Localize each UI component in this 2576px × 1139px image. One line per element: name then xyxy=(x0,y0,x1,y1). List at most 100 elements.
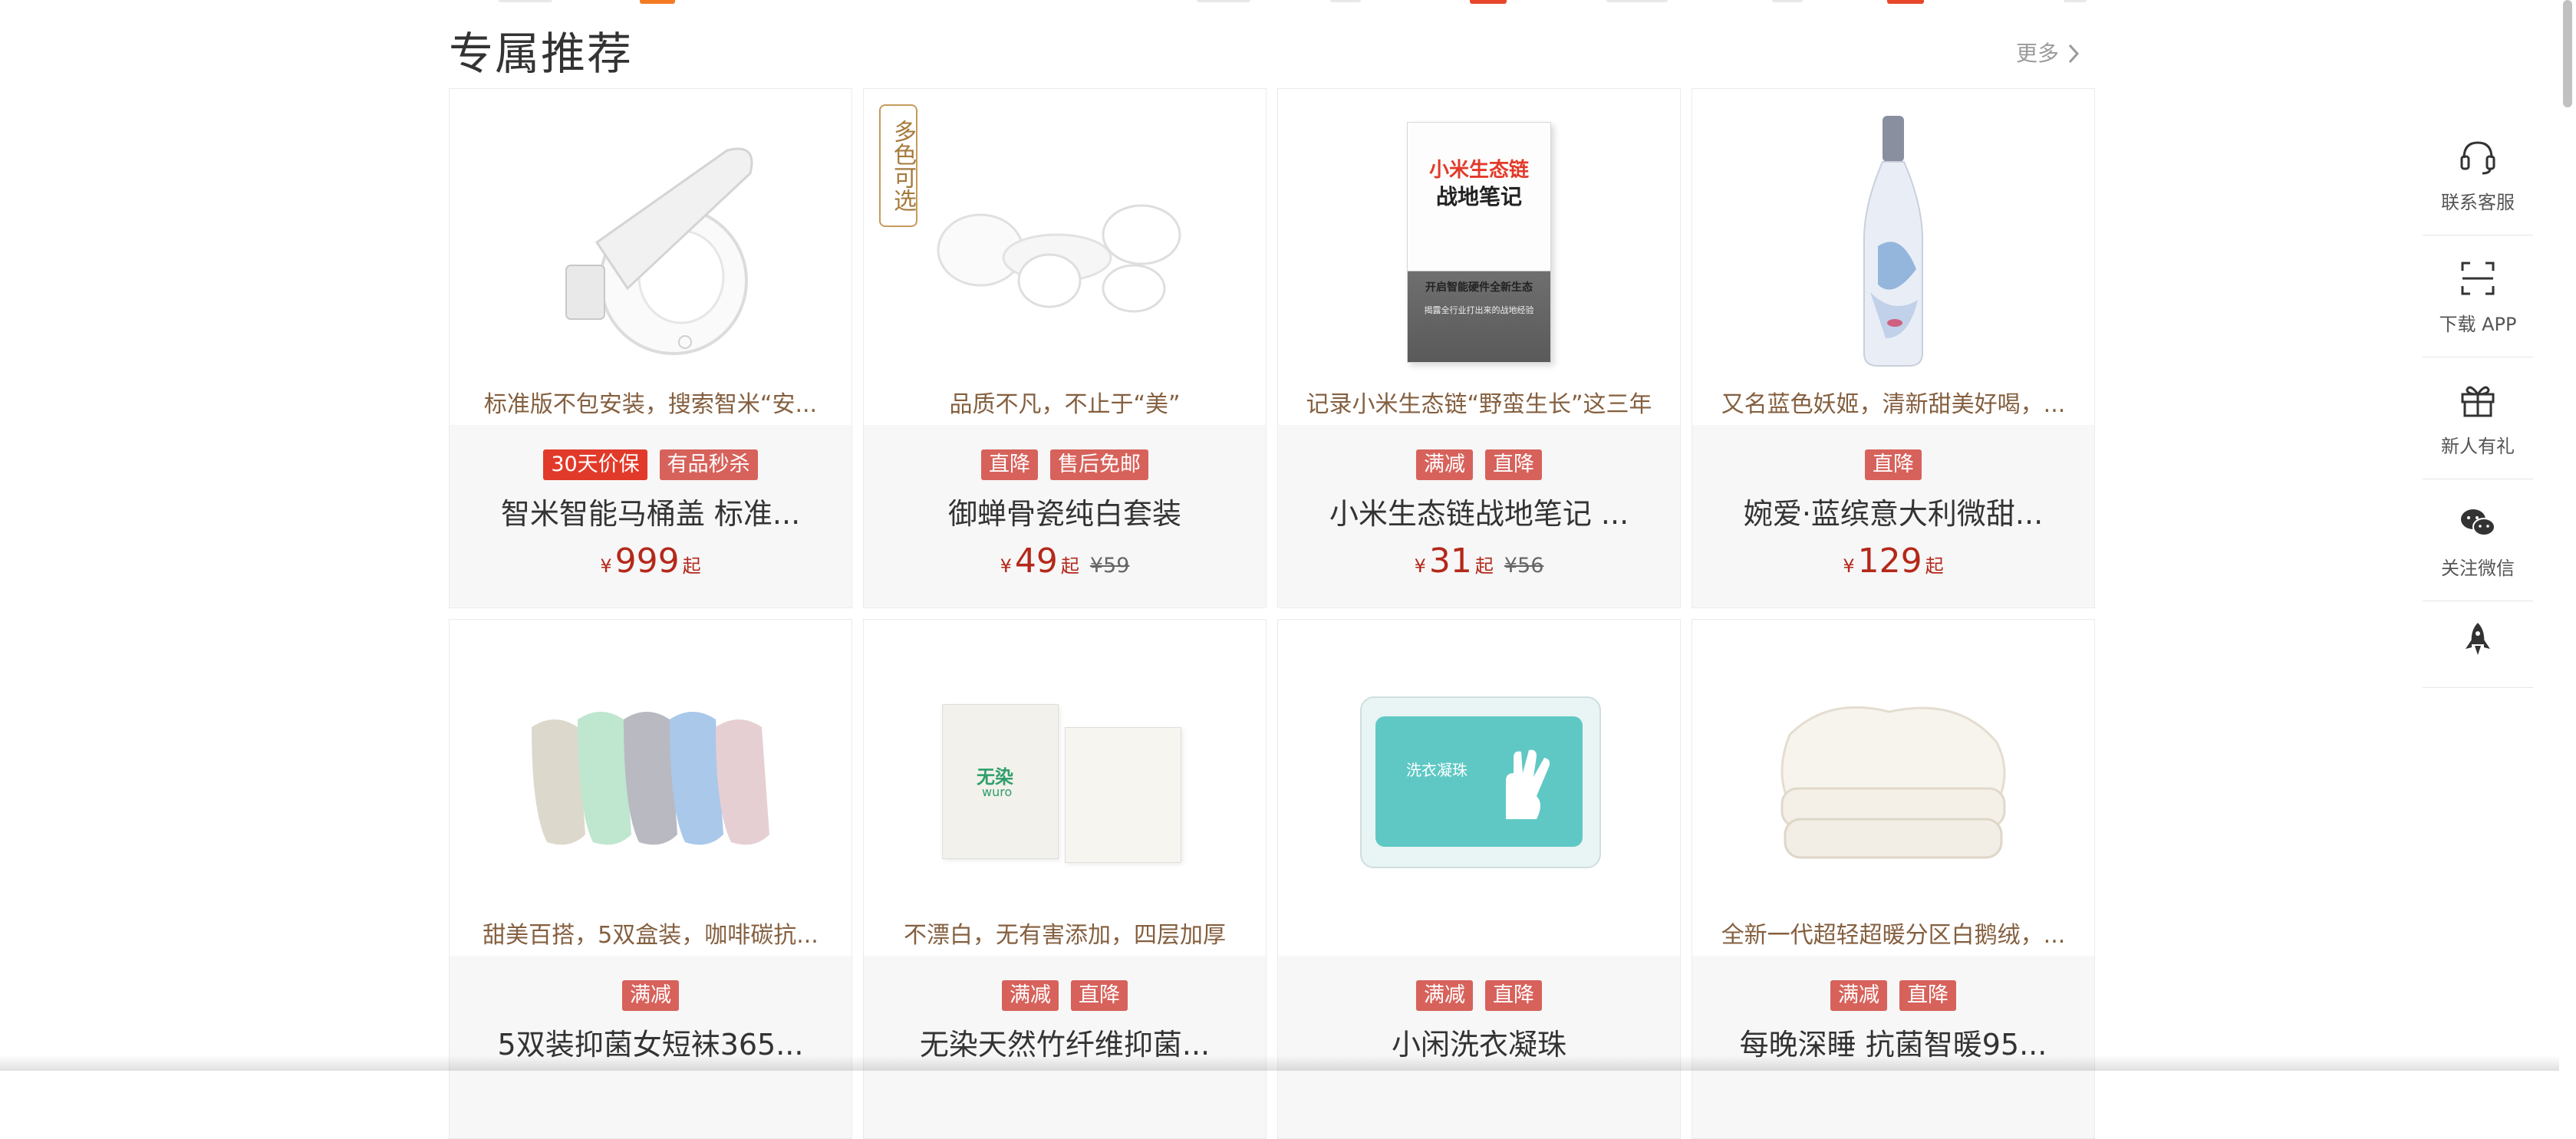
product-card[interactable]: 标准版不包安装，搜索智米“安... 30天价保 有品秒杀 智米智能马桶盖 标准.… xyxy=(449,88,852,608)
product-desc xyxy=(1278,916,1680,956)
tag-row: 满减 直降 xyxy=(1692,980,2094,1011)
scan-icon xyxy=(2461,262,2495,295)
product-price: ¥ 129 起 xyxy=(1692,542,2094,581)
badge-text: 多色可选 xyxy=(889,120,916,212)
product-info: 满减 5双装抑菌女短袜365... xyxy=(450,956,852,1138)
product-name: 小米生态链战地笔记 ... xyxy=(1329,497,1629,531)
side-toolbar: 联系客服 下载 APP 新人有礼 关注微信 xyxy=(2423,114,2533,688)
product-info: 直降 婉爱·蓝缤意大利微甜... ¥ 129 起 xyxy=(1692,425,2094,607)
product-image xyxy=(1692,89,2094,411)
brand-en: wuro xyxy=(982,785,1013,799)
book-title-1: 小米生态链 xyxy=(1428,159,1529,182)
product-tag: 直降 xyxy=(1865,449,1922,480)
product-name: 御蝉骨瓷纯白套装 xyxy=(947,497,1181,531)
wine-bottle-icon xyxy=(1863,116,1924,367)
product-tag: 直降 xyxy=(1485,449,1542,480)
product-info: 30天价保 有品秒杀 智米智能马桶盖 标准... ¥ 999 起 xyxy=(450,425,852,607)
product-info: 直降 售后免邮 御蝉骨瓷纯白套装 ¥ 49 起 ¥59 xyxy=(864,425,1266,607)
toolbar-label: 联系客服 xyxy=(2441,191,2515,213)
price-value: 129 xyxy=(1857,542,1922,581)
tag-row: 满减 直降 xyxy=(864,980,1266,1011)
product-desc: 记录小米生态链“野蛮生长”这三年 xyxy=(1278,385,1680,425)
toilet-seat-icon xyxy=(565,147,753,355)
product-image: 无染 wuro xyxy=(864,620,1266,942)
toolbar-new-user-gift[interactable]: 新人有礼 xyxy=(2423,357,2533,479)
price-symbol: ¥ xyxy=(1000,555,1012,577)
previous-row-remnant xyxy=(0,0,2576,6)
original-price: ¥56 xyxy=(1504,554,1544,578)
product-info: 满减 直降 小米生态链战地笔记 ... ¥ 31 起 ¥56 xyxy=(1278,425,1680,607)
tag-row: 满减 直降 xyxy=(1278,449,1680,480)
product-desc: 又名蓝色妖姬，清新甜美好喝，... xyxy=(1692,385,2094,425)
tag-row: 满减 直降 xyxy=(1278,980,1680,1011)
product-tag: 直降 xyxy=(1071,980,1128,1011)
multi-color-badge: 多色可选 xyxy=(879,104,917,227)
product-desc: 品质不凡，不止于“美” xyxy=(864,385,1266,425)
gift-icon xyxy=(2461,386,2495,416)
book-subtitle: 开启智能硬件全新生态 xyxy=(1425,281,1533,294)
product-price: ¥ 31 起 ¥56 xyxy=(1278,542,1680,581)
product-image xyxy=(864,89,1266,411)
product-image xyxy=(450,620,852,942)
duvet-icon xyxy=(1780,706,2006,859)
page-scrollbar[interactable] xyxy=(2559,0,2576,1071)
product-card[interactable]: 小米生态链 战地笔记 开启智能硬件全新生态 揭露全行业打出来的战地经验 记录小米… xyxy=(1277,88,1681,608)
product-tag: 满减 xyxy=(1830,980,1887,1011)
price-suffix: 起 xyxy=(1925,555,1944,577)
laundry-pods-box: 洗衣凝珠 xyxy=(1360,696,1601,868)
product-price: ¥ 999 起 xyxy=(450,542,852,581)
product-card[interactable]: 多色可选 品质不凡，不止于“美” 直降 售后免邮 御蝉骨瓷纯白套装 ¥ 49 起… xyxy=(863,88,1267,608)
rocket-icon xyxy=(2466,623,2490,655)
book-subtitle-2: 揭露全行业打出来的战地经验 xyxy=(1424,305,1534,315)
price-suffix: 起 xyxy=(1474,555,1494,577)
porcelain-set-icon xyxy=(937,204,1181,313)
product-name: 婉爱·蓝缤意大利微甜... xyxy=(1743,497,2044,531)
product-image: 小米生态链 战地笔记 开启智能硬件全新生态 揭露全行业打出来的战地经验 xyxy=(1278,89,1680,411)
product-name: 智米智能马桶盖 标准... xyxy=(500,497,801,531)
product-tag: 满减 xyxy=(622,980,679,1011)
section-title: 专属推荐 xyxy=(449,28,634,80)
product-tag: 满减 xyxy=(1002,980,1059,1011)
price-suffix: 起 xyxy=(682,555,701,577)
product-tag: 满减 xyxy=(1416,980,1473,1011)
toolbar-download-app[interactable]: 下载 APP xyxy=(2423,235,2533,357)
book-cover: 小米生态链 战地笔记 开启智能硬件全新生态 揭露全行业打出来的战地经验 xyxy=(1407,122,1551,363)
more-link[interactable]: 更多 xyxy=(2016,40,2082,67)
hand-ok-icon xyxy=(1506,749,1550,819)
tag-row: 满减 xyxy=(450,980,852,1011)
product-tag: 有品秒杀 xyxy=(659,449,758,480)
more-label: 更多 xyxy=(2016,41,2060,66)
scrollbar-thumb[interactable] xyxy=(2563,0,2572,107)
product-tag: 直降 xyxy=(1899,980,1956,1011)
product-tag: 直降 xyxy=(981,449,1038,480)
product-tag: 直降 xyxy=(1485,980,1542,1011)
product-tag: 满减 xyxy=(1416,449,1473,480)
toolbar-customer-service[interactable]: 联系客服 xyxy=(2423,114,2533,235)
tissue-pack: 无染 wuro xyxy=(942,696,1188,865)
toolbar-wechat[interactable]: 关注微信 xyxy=(2423,479,2533,601)
tag-row: 直降 xyxy=(1692,449,2094,480)
headset-icon xyxy=(2460,140,2495,174)
tag-row: 30天价保 有品秒杀 xyxy=(450,449,852,480)
toolbar-label: 新人有礼 xyxy=(2441,435,2515,457)
product-image: 洗衣凝珠 xyxy=(1278,620,1680,942)
toolbar-back-to-top[interactable] xyxy=(2423,601,2533,688)
product-desc: 不漂白，无有害添加，四层加厚 xyxy=(864,916,1266,956)
original-price: ¥59 xyxy=(1089,554,1130,578)
tag-row: 直降 售后免邮 xyxy=(864,449,1266,480)
toolbar-label: 下载 APP xyxy=(2439,313,2517,335)
price-value: 49 xyxy=(1014,542,1058,581)
product-desc: 标准版不包安装，搜索智米“安... xyxy=(450,385,852,425)
socks-icon xyxy=(532,712,769,845)
pack-label: 洗衣凝珠 xyxy=(1406,761,1468,779)
chevron-right-icon xyxy=(2068,44,2080,64)
product-image xyxy=(1692,620,2094,942)
product-image xyxy=(450,89,852,411)
product-grid: 标准版不包安装，搜索智米“安... 30天价保 有品秒杀 智米智能马桶盖 标准.… xyxy=(449,88,2095,1139)
price-value: 31 xyxy=(1428,542,1472,581)
product-desc: 全新一代超轻超暖分区白鹅绒，... xyxy=(1692,916,2094,956)
product-card[interactable]: 又名蓝色妖姬，清新甜美好喝，... 直降 婉爱·蓝缤意大利微甜... ¥ 129… xyxy=(1692,88,2095,608)
product-info: 满减 直降 小闲洗衣凝珠 xyxy=(1278,956,1680,1138)
toolbar-label: 关注微信 xyxy=(2441,557,2515,579)
product-tag: 售后免邮 xyxy=(1050,449,1148,480)
